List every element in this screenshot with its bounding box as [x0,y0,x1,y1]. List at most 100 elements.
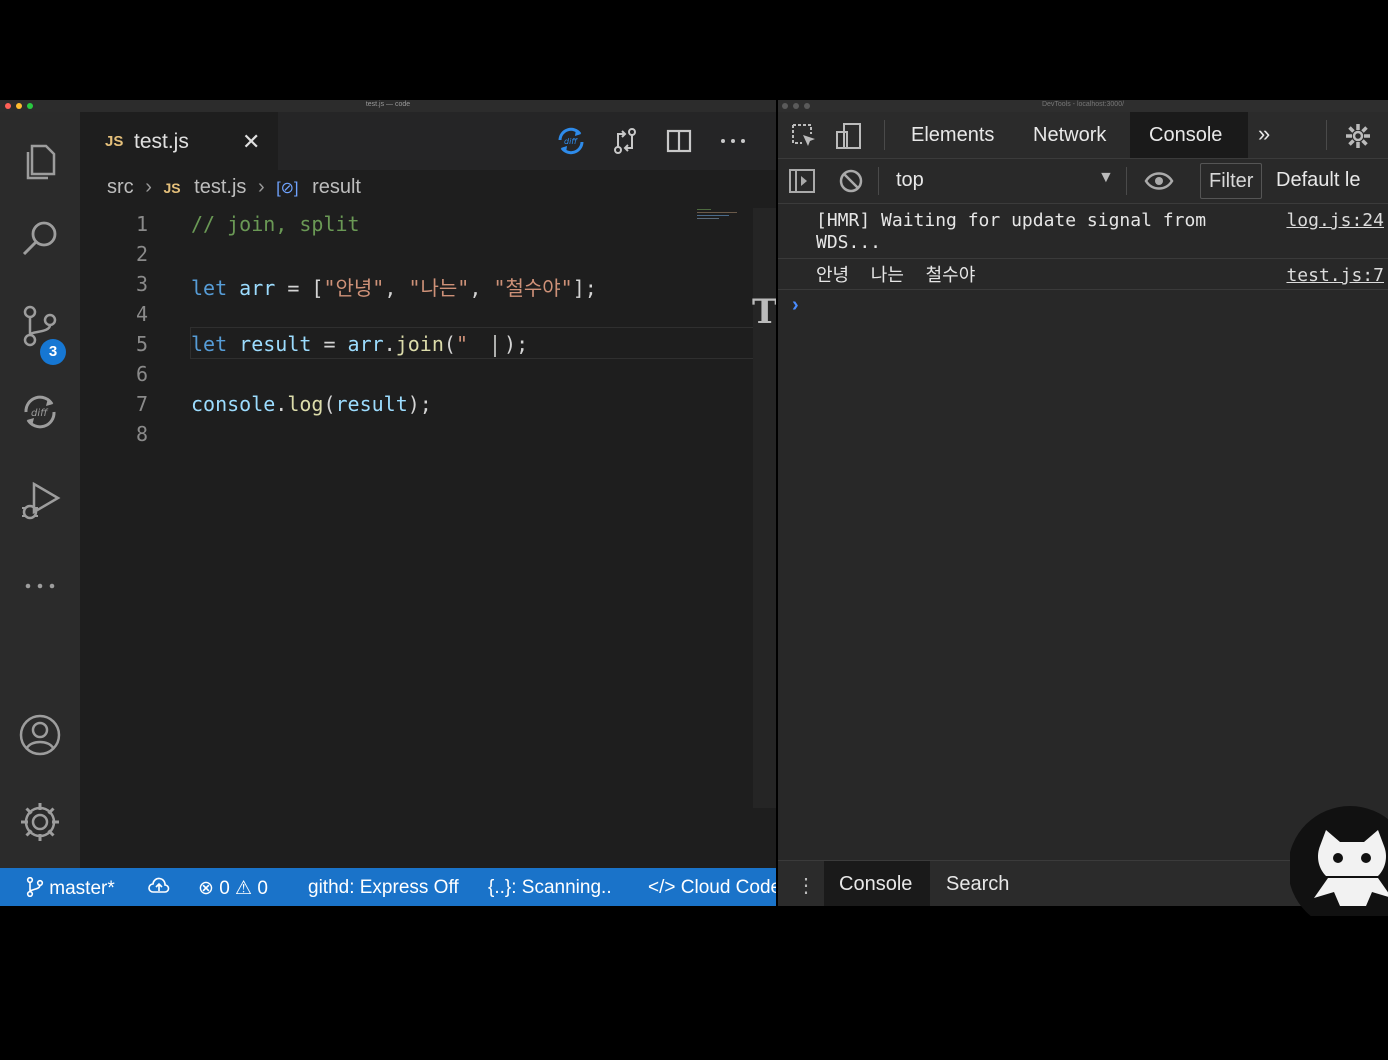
line-number: 6 [135,362,148,386]
svg-text:diff: diff [31,408,49,419]
show-sidebar-icon[interactable] [788,168,816,194]
punct-token: ); [407,392,432,416]
drawer-menu-icon[interactable]: ⋮ [796,873,816,898]
minimap[interactable] [697,208,753,222]
clear-console-icon[interactable] [838,168,864,194]
cloud-code-status[interactable]: </> Cloud Code [648,877,776,899]
device-toolbar-icon[interactable] [834,121,864,151]
keyword-token: let [191,332,228,356]
variable-symbol-icon: [⊘] [276,179,299,197]
punct-token: ]; [572,276,597,300]
keyword-token: let [191,276,228,300]
eye-icon[interactable] [1144,169,1174,193]
code-editor[interactable]: 1 2 3 4 5 6 7 8 // join, split let arr =… [100,208,776,828]
more-actions-icon[interactable] [718,126,748,156]
tab-network[interactable]: Network [1033,124,1106,147]
activity-bar: 3 diff [0,112,80,868]
inspect-element-icon[interactable] [790,122,818,150]
punct-token: ); [504,332,529,356]
breadcrumb-symbol[interactable]: result [312,176,361,199]
js-file-icon: JS [105,133,124,150]
function-token: join [395,332,444,356]
divider [884,120,885,150]
branch-status[interactable]: master* [26,876,115,900]
svg-text:diff: diff [564,137,578,146]
operator-token: = [ [275,276,324,300]
sync-cloud-icon[interactable] [148,877,170,901]
punct-token: ( [323,392,336,416]
git-diff-icon[interactable]: diff [18,390,62,434]
filter-input[interactable]: Filter [1200,163,1262,199]
console-prompt[interactable]: › [792,294,799,317]
variable-token: arr [239,276,276,300]
tab-label: test.js [134,130,189,153]
code-line-3: let arr = ["안녕", "나는", "철수야"]; [191,272,597,301]
chevron-right-icon: › [145,176,152,199]
variable-token: console [191,392,276,416]
line-number: 4 [135,302,148,326]
git-diff-sync-icon[interactable]: diff [556,126,586,156]
breadcrumb-folder[interactable]: src [107,176,134,199]
punct-token: . [383,332,396,356]
tab-elements[interactable]: Elements [911,124,994,147]
search-icon[interactable] [18,216,62,260]
line-number: 1 [135,212,148,236]
status-bar: master* ⊗ 0 ⚠ 0 githd: Express Off {..}:… [0,868,776,906]
scanning-status[interactable]: {..}: Scanning.. [488,877,612,899]
more-tabs-button[interactable]: » [1258,121,1270,147]
context-selector[interactable]: top [896,169,924,192]
line-number: 8 [135,422,148,446]
split-editor-icon[interactable] [664,126,694,156]
code-line-1: // join, split [191,212,360,236]
line-number: 3 [135,272,148,296]
console-message-text: 안녕 나는 철수야 [816,265,976,286]
string-token: " [455,332,481,356]
punct-token: ( [443,332,456,356]
drawer-tab-console[interactable]: Console [839,873,912,896]
variable-token: result [335,392,408,416]
log-levels-dropdown[interactable]: Default le [1276,169,1361,192]
filter-placeholder: Filter [1209,170,1254,192]
ibeam-cursor-icon: T [752,292,776,332]
gear-icon[interactable] [18,800,62,844]
more-icon[interactable] [18,564,62,608]
explorer-icon[interactable] [18,140,62,184]
dropdown-arrow-icon[interactable]: ▼ [1098,169,1114,187]
githd-status[interactable]: githd: Express Off [308,877,459,899]
divider [1326,120,1327,150]
comment-token: // join, split [191,212,360,236]
devtools-panel-tabs: Elements Network Console » [778,112,1388,159]
window-title: DevTools - localhost:3000/ [1041,101,1125,108]
open-changes-icon[interactable] [610,126,640,156]
console-toolbar: top ▼ Filter Default le [778,159,1388,204]
punct-token: , [469,276,494,300]
branch-label: master* [49,878,115,899]
account-icon[interactable] [18,713,62,757]
variable-token: arr [347,332,384,356]
settings-gear-icon[interactable] [1344,122,1372,150]
mascot-logo [1290,806,1388,916]
drawer-tab-search[interactable]: Search [946,873,1009,896]
punct-token: , [384,276,409,300]
line-number: 5 [135,332,148,356]
console-source-link[interactable]: log.js:24 [1286,210,1384,231]
run-debug-icon[interactable] [18,478,62,522]
problems-status[interactable]: ⊗ 0 ⚠ 0 [198,877,268,900]
tab-test-js[interactable]: JS test.js ✕ [80,112,278,170]
text-cursor [494,334,497,357]
console-message-text: [HMR] Waiting for update signal from WDS… [816,210,1207,253]
tab-console[interactable]: Console [1149,124,1222,147]
punct-token: . [275,392,288,416]
operator-token: = [311,332,348,356]
editor-tab-bar: JS test.js ✕ diff [80,112,776,170]
breadcrumb-file[interactable]: test.js [194,176,246,199]
console-message: 안녕 나는 철수야 test.js:7 [778,259,1388,290]
function-token: log [287,392,324,416]
chevron-right-icon: › [257,176,265,199]
breadcrumb: src › JS test.js › [⊘] result [107,176,361,206]
line-number: 7 [135,392,148,416]
divider [1126,167,1127,195]
window-title: test.js — code [365,101,411,108]
close-tab-button[interactable]: ✕ [242,129,260,155]
console-source-link[interactable]: test.js:7 [1286,265,1384,286]
